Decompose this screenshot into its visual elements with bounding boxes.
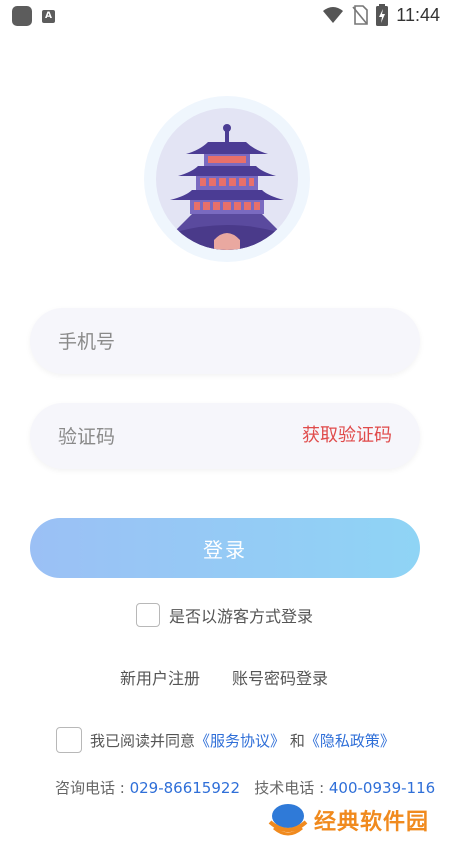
- contact-info: 咨询电话 : 029-86615922 技术电话 : 400-0939-116: [55, 777, 435, 798]
- watermark-text: 经典软件园: [314, 810, 430, 835]
- status-time: 11:44: [396, 4, 440, 25]
- no-sim-icon: [352, 5, 369, 25]
- agreement-checkbox[interactable]: [56, 727, 82, 753]
- tech-phone-number[interactable]: 400-0939-116: [329, 779, 435, 797]
- guest-login-label: 是否以游客方式登录: [169, 607, 314, 626]
- guest-login-option: 是否以游客方式登录: [136, 603, 313, 627]
- phone-input[interactable]: [56, 308, 310, 376]
- agreement-text: 我已阅读并同意《服务协议》 和《隐私政策》: [90, 730, 395, 751]
- battery-charging-icon: [376, 4, 389, 26]
- phone-field: [30, 308, 420, 376]
- verification-code-field: 获取验证码: [30, 403, 420, 471]
- privacy-policy-link[interactable]: 《隐私政策》: [305, 732, 395, 750]
- watermark-logo-icon: [268, 804, 308, 836]
- wifi-icon: [323, 7, 344, 23]
- a-badge-icon: A: [42, 9, 55, 23]
- consult-phone-number[interactable]: 029-86615922: [130, 779, 240, 797]
- agreement-prefix: 我已阅读并同意: [90, 731, 196, 750]
- logo-circle: [156, 108, 298, 250]
- consult-phone-label: 咨询电话 :: [55, 779, 130, 797]
- login-button[interactable]: 登录: [30, 518, 420, 578]
- password-login-link[interactable]: 账号密码登录: [232, 665, 328, 689]
- watermark: 经典软件园: [268, 802, 429, 838]
- get-code-button[interactable]: 获取验证码: [302, 403, 392, 469]
- bell-tower-icon: [170, 124, 284, 250]
- app-square-icon: [12, 6, 32, 26]
- service-agreement-link[interactable]: 《服务协议》: [195, 732, 285, 750]
- agreement-and: 和: [289, 731, 305, 750]
- register-link[interactable]: 新用户注册: [120, 665, 200, 689]
- verification-code-input[interactable]: [56, 403, 310, 471]
- guest-login-checkbox[interactable]: [136, 603, 160, 627]
- agreement-row: 我已阅读并同意《服务协议》 和《隐私政策》: [56, 727, 395, 753]
- app-logo: [144, 96, 310, 262]
- status-bar: A 11:44: [0, 0, 450, 34]
- tech-phone-label: 技术电话 :: [254, 779, 329, 797]
